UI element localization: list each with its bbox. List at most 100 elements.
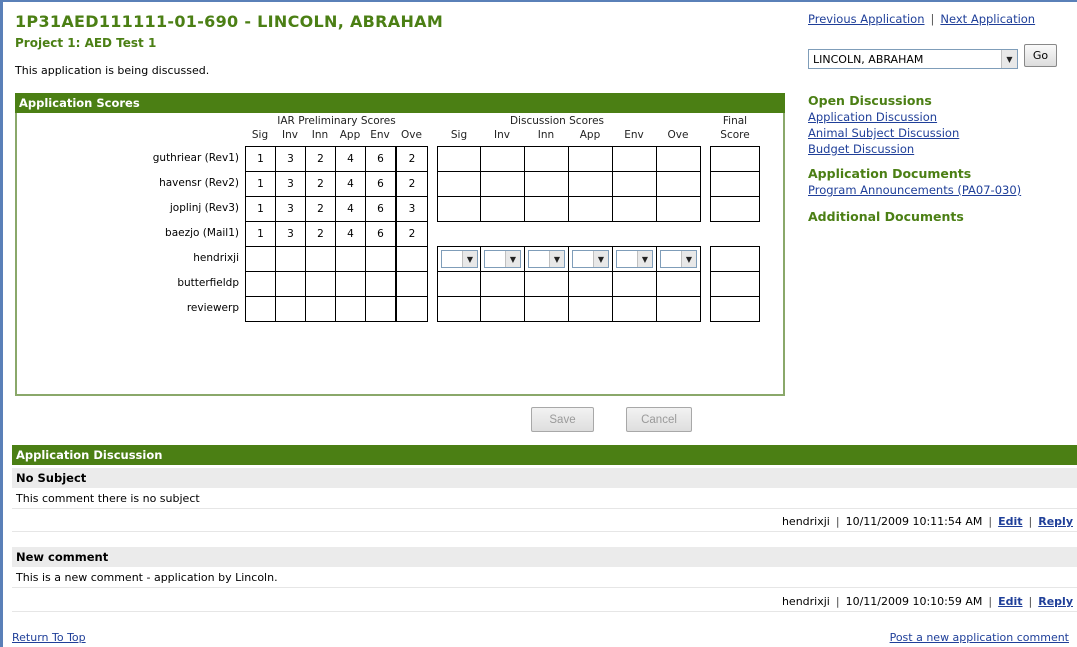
- discussion-score-cell[interactable]: [480, 296, 525, 322]
- discussion-score-cell[interactable]: [437, 146, 482, 172]
- open-discussions-heading: Open Discussions: [808, 93, 932, 108]
- discussion-score-select[interactable]: ▼: [616, 250, 653, 268]
- final-score-cell: [710, 196, 760, 222]
- cancel-button[interactable]: Cancel: [626, 407, 692, 432]
- reviewer-name: butterfieldp: [177, 277, 239, 289]
- discussion-score-cell[interactable]: [437, 171, 482, 197]
- iar-score-cell: 6: [365, 146, 396, 172]
- iar-score-cell: 6: [365, 196, 396, 222]
- iar-score-cell: 3: [275, 146, 306, 172]
- discussion-score-cell[interactable]: [524, 296, 569, 322]
- discussion-score-cell[interactable]: [524, 171, 569, 197]
- chevron-down-icon[interactable]: ▼: [681, 251, 696, 267]
- discussion-score-cell[interactable]: [568, 196, 613, 222]
- discussion-score-select[interactable]: ▼: [484, 250, 521, 268]
- discussion-score-cell[interactable]: [524, 196, 569, 222]
- iar-score-cell: 2: [396, 171, 428, 197]
- discussion-score-cell[interactable]: [612, 171, 657, 197]
- applicant-select-value: LINCOLN, ABRAHAM: [813, 52, 924, 66]
- iar-score-cell: [396, 246, 428, 272]
- applicant-select[interactable]: LINCOLN, ABRAHAM ▼: [808, 49, 1018, 69]
- additional-documents-heading: Additional Documents: [808, 209, 964, 224]
- discussion-score-select[interactable]: ▼: [660, 250, 697, 268]
- budget-discussion-link[interactable]: Budget Discussion: [808, 142, 1068, 156]
- iar-score-cell: [275, 296, 306, 322]
- discussion-score-select[interactable]: ▼: [441, 250, 478, 268]
- iar-score-cell: 1: [245, 171, 276, 197]
- scores-panel-title: Application Scores: [15, 93, 785, 113]
- return-to-top-link[interactable]: Return To Top: [12, 631, 86, 644]
- chevron-down-icon[interactable]: ▼: [637, 251, 652, 267]
- discussion-score-select[interactable]: ▼: [572, 250, 609, 268]
- discussion-score-cell[interactable]: [568, 171, 613, 197]
- discussion-score-cell[interactable]: [612, 146, 657, 172]
- go-button[interactable]: Go: [1024, 44, 1057, 67]
- next-application-link[interactable]: Next Application: [940, 12, 1035, 26]
- iar-score-cell: [305, 296, 336, 322]
- reply-comment-link[interactable]: Reply: [1038, 515, 1073, 528]
- animal-subject-discussion-link[interactable]: Animal Subject Discussion: [808, 126, 1068, 140]
- chevron-down-icon[interactable]: ▼: [505, 251, 520, 267]
- iar-column-header: App: [339, 129, 361, 141]
- iar-score-cell: [335, 246, 366, 272]
- discussion-scores-header: Discussion Scores: [509, 115, 605, 127]
- discussion-score-cell[interactable]: [612, 296, 657, 322]
- discussion-score-cell[interactable]: [656, 146, 701, 172]
- status-message: This application is being discussed.: [15, 64, 210, 77]
- discussion-score-cell[interactable]: [437, 296, 482, 322]
- discussion-score-select[interactable]: ▼: [528, 250, 565, 268]
- iar-score-cell: 6: [365, 171, 396, 197]
- discussion-score-cell[interactable]: [612, 271, 657, 297]
- previous-application-link[interactable]: Previous Application: [808, 12, 925, 26]
- edit-comment-link[interactable]: Edit: [998, 515, 1022, 528]
- discussion-score-cell[interactable]: [524, 271, 569, 297]
- iar-score-cell: 4: [335, 196, 366, 222]
- program-announcements-link[interactable]: Program Announcements (PA07-030): [808, 183, 1068, 197]
- discussion-column-header: Ove: [667, 129, 689, 141]
- reply-comment-link[interactable]: Reply: [1038, 595, 1073, 608]
- iar-column-header: Sig: [251, 129, 269, 141]
- discussion-score-cell[interactable]: [656, 296, 701, 322]
- discussion-score-cell[interactable]: [480, 271, 525, 297]
- nav-separator: |: [930, 12, 935, 26]
- discussion-score-cell[interactable]: [568, 146, 613, 172]
- discussion-score-cell[interactable]: [480, 146, 525, 172]
- edit-comment-link[interactable]: Edit: [998, 595, 1022, 608]
- chevron-down-icon[interactable]: ▼: [593, 251, 608, 267]
- discussion-column-header: App: [579, 129, 601, 141]
- iar-score-cell: [365, 246, 396, 272]
- discussion-score-cell[interactable]: [480, 196, 525, 222]
- discussion-column-header: Env: [624, 129, 644, 141]
- application-discussion-link[interactable]: Application Discussion: [808, 110, 1068, 124]
- discussion-score-cell[interactable]: [524, 146, 569, 172]
- discussion-score-cell[interactable]: [568, 296, 613, 322]
- discussion-score-cell[interactable]: [437, 196, 482, 222]
- chevron-down-icon[interactable]: ▼: [462, 251, 477, 267]
- comment-body: This is a new comment - application by L…: [12, 568, 1077, 588]
- chevron-down-icon[interactable]: ▼: [1001, 50, 1017, 68]
- iar-score-cell: 4: [335, 146, 366, 172]
- discussion-score-cell[interactable]: [656, 196, 701, 222]
- iar-score-cell: [245, 296, 276, 322]
- post-comment-link[interactable]: Post a new application comment: [890, 631, 1069, 644]
- discussion-column-header: Sig: [450, 129, 468, 141]
- iar-score-cell: [305, 246, 336, 272]
- discussion-score-cell[interactable]: [437, 271, 482, 297]
- discussion-score-cell[interactable]: [568, 271, 613, 297]
- discussion-score-cell[interactable]: [612, 196, 657, 222]
- save-button[interactable]: Save: [531, 407, 594, 432]
- discussion-score-cell[interactable]: [656, 271, 701, 297]
- chevron-down-icon[interactable]: ▼: [549, 251, 564, 267]
- comment-author: hendrixji: [781, 595, 830, 608]
- iar-score-cell: 1: [245, 196, 276, 222]
- meta-separator: |: [835, 515, 840, 528]
- iar-score-cell: 2: [396, 146, 428, 172]
- discussion-score-cell[interactable]: [480, 171, 525, 197]
- iar-score-cell: 2: [305, 196, 336, 222]
- final-score-cell: [710, 296, 760, 322]
- final-score-cell: [710, 146, 760, 172]
- reviewer-name: joplinj (Rev3): [169, 202, 239, 214]
- final-score-cell[interactable]: [710, 246, 760, 272]
- meta-separator: |: [835, 595, 840, 608]
- discussion-score-cell[interactable]: [656, 171, 701, 197]
